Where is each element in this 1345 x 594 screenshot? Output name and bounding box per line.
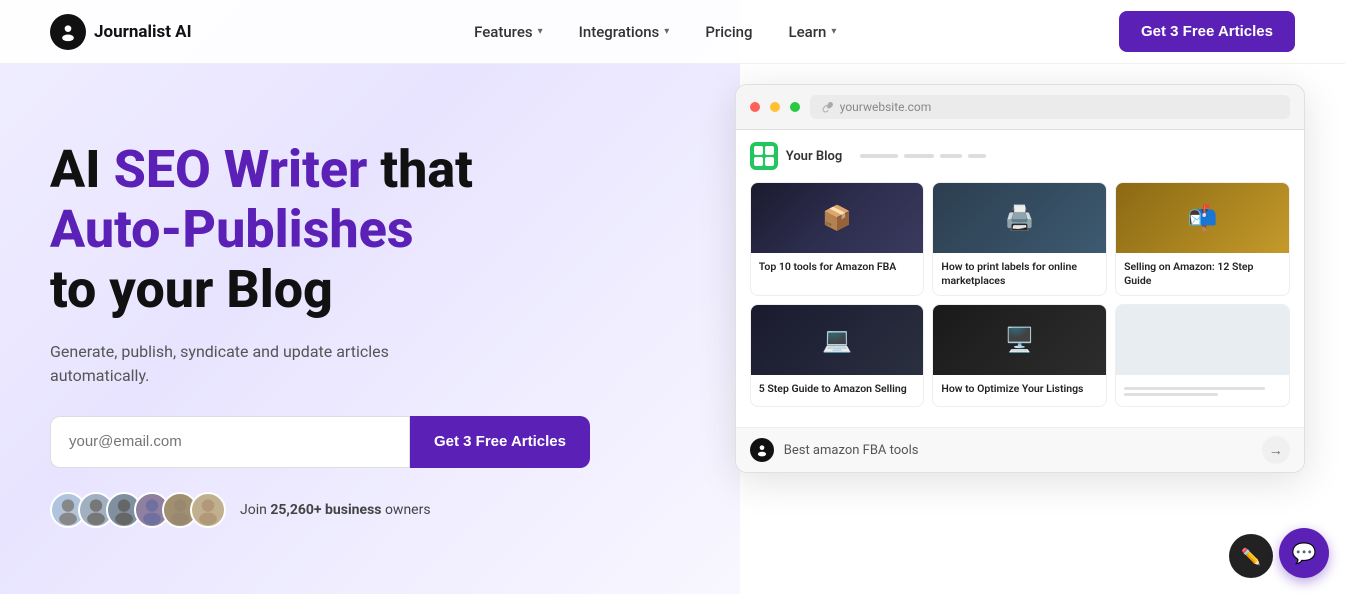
nav-links: Features ▾ Integrations ▾ Pricing Learn … — [474, 23, 836, 41]
article-title: Selling on Amazon: 12 Step Guide — [1124, 260, 1281, 288]
article-body — [1116, 375, 1289, 406]
nav-features[interactable]: Features ▾ — [474, 23, 543, 41]
article-card[interactable]: How to Optimize Your Listings — [932, 304, 1107, 407]
article-thumbnail-placeholder — [1116, 305, 1289, 375]
nav-decorative-lines — [860, 154, 986, 158]
brand-name: Journalist AI — [94, 22, 192, 42]
chevron-down-icon: ▾ — [664, 26, 669, 37]
browser-mockup: yourwebsite.com Your Blog — [735, 84, 1305, 473]
logo-icon — [50, 14, 86, 50]
link-icon — [822, 101, 834, 113]
email-signup-row: Get 3 Free Articles — [50, 416, 590, 468]
articles-grid: Top 10 tools for Amazon FBA How to print… — [750, 182, 1290, 407]
article-body: How to print labels for online marketpla… — [933, 253, 1106, 295]
email-input[interactable] — [50, 416, 410, 468]
hero-subheadline: Generate, publish, syndicate and update … — [50, 340, 490, 388]
browser-toolbar: yourwebsite.com — [736, 85, 1304, 130]
avatar-group — [50, 492, 226, 528]
logo-area: Journalist AI — [50, 14, 192, 50]
article-card[interactable]: How to print labels for online marketpla… — [932, 182, 1107, 296]
article-title: 5 Step Guide to Amazon Selling — [759, 382, 916, 396]
bot-send-button[interactable]: → — [1262, 436, 1290, 464]
chevron-down-icon: ▾ — [831, 26, 836, 37]
hero-left: AI SEO Writer that Auto-Publishes to you… — [50, 64, 735, 594]
social-proof-text: Join 25,260+ business owners — [240, 502, 431, 518]
article-loading-lines — [1124, 387, 1281, 396]
hero-right: yourwebsite.com Your Blog — [735, 64, 1305, 594]
hero-headline: AI SEO Writer that Auto-Publishes to you… — [50, 140, 695, 319]
article-body: 5 Step Guide to Amazon Selling — [751, 375, 924, 403]
article-thumbnail — [933, 305, 1106, 375]
article-card[interactable]: Selling on Amazon: 12 Step Guide — [1115, 182, 1290, 296]
nav-cta-button[interactable]: Get 3 Free Articles — [1119, 11, 1295, 52]
bot-logo-icon — [750, 438, 774, 462]
article-body: How to Optimize Your Listings — [933, 375, 1106, 403]
window-close-dot — [750, 102, 760, 112]
navbar: Journalist AI Features ▾ Integrations ▾ … — [0, 0, 1345, 64]
nav-learn[interactable]: Learn ▾ — [789, 23, 837, 41]
article-body: Top 10 tools for Amazon FBA — [751, 253, 924, 281]
article-thumbnail — [751, 305, 924, 375]
nav-integrations[interactable]: Integrations ▾ — [579, 23, 670, 41]
url-bar[interactable]: yourwebsite.com — [810, 95, 1290, 119]
blog-header: Your Blog — [750, 142, 1290, 170]
article-thumbnail — [933, 183, 1106, 253]
avatar — [190, 492, 226, 528]
article-title: How to print labels for online marketpla… — [941, 260, 1098, 288]
article-card[interactable]: 5 Step Guide to Amazon Selling — [750, 304, 925, 407]
nav-pricing[interactable]: Pricing — [705, 23, 752, 41]
social-proof: Join 25,260+ business owners — [50, 492, 695, 528]
bot-query-text: Best amazon FBA tools — [784, 443, 1252, 458]
browser-page: Your Blog Top 10 tools for Amazon F — [736, 130, 1304, 427]
window-minimize-dot — [770, 102, 780, 112]
article-title: How to Optimize Your Listings — [941, 382, 1098, 396]
chevron-down-icon: ▾ — [538, 26, 543, 37]
article-thumbnail — [1116, 183, 1289, 253]
article-title: Top 10 tools for Amazon FBA — [759, 260, 916, 274]
blog-logo — [750, 142, 778, 170]
main-content: AI SEO Writer that Auto-Publishes to you… — [0, 64, 1345, 594]
chatbot-bar: Best amazon FBA tools → — [736, 427, 1304, 472]
article-body: Selling on Amazon: 12 Step Guide — [1116, 253, 1289, 295]
blog-title: Your Blog — [786, 149, 842, 164]
edit-icon-button[interactable]: ✏️ — [1229, 534, 1273, 578]
article-thumbnail — [751, 183, 924, 253]
article-card[interactable]: Top 10 tools for Amazon FBA — [750, 182, 925, 296]
window-maximize-dot — [790, 102, 800, 112]
chat-bubble-button[interactable]: 💬 — [1279, 528, 1329, 578]
article-card-placeholder — [1115, 304, 1290, 407]
email-cta-button[interactable]: Get 3 Free Articles — [410, 416, 590, 468]
